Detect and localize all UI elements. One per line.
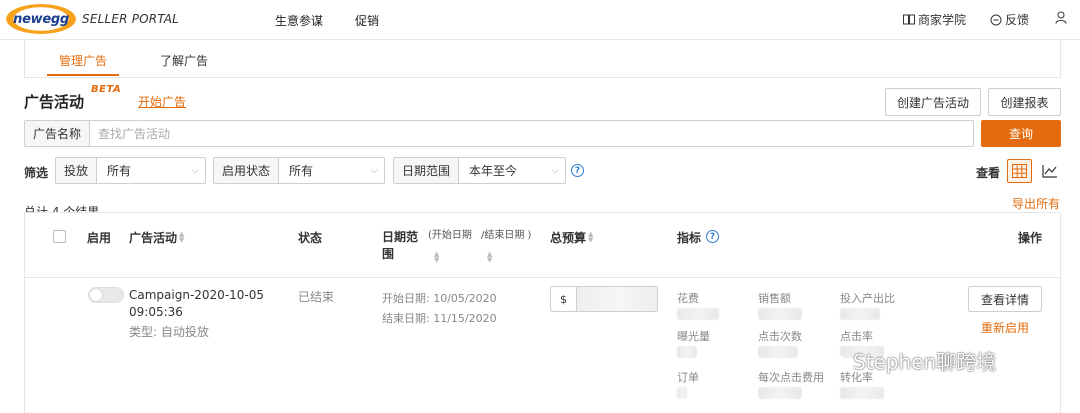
metrics-help-icon[interactable]: ? <box>706 230 719 243</box>
budget-field[interactable]: $ <box>550 286 658 312</box>
header-metrics: 指标 <box>677 231 702 245</box>
metric-ctr-label: 点击率 <box>840 330 873 343</box>
metric-cpc-value-redacted <box>758 387 802 399</box>
campaign-type: 类型: 自动投放 <box>129 325 209 339</box>
chevron-down-icon: ⌵ <box>551 165 559 176</box>
seller-academy-link[interactable]: 商家学院 <box>903 11 966 28</box>
campaign-end-date: 结束日期: 11/15/2020 <box>382 312 497 325</box>
top-navigation-bar: newegg SELLER PORTAL 生意参谋 促销 商家学院 反馈 <box>0 0 1080 40</box>
chevron-down-icon: ⌵ <box>191 165 199 176</box>
campaign-search-input[interactable] <box>90 121 973 146</box>
metric-orders-value-redacted <box>677 387 687 399</box>
budget-value-redacted <box>577 287 657 311</box>
metric-roas-label: 投入产出比 <box>840 292 895 305</box>
header-end-date[interactable]: /结束日期 ) <box>481 226 531 241</box>
campaign-table: 启用 广告活动 ▲ ▼ 状态 日期范围 (开始日期 /结束日期 ) ▲ ▼ ▲ ▼ 总… <box>24 212 1061 413</box>
metric-clicks-value-redacted <box>758 346 798 358</box>
metric-impressions-value-redacted <box>677 346 697 358</box>
date-range-filter-label: 日期范围 <box>394 158 460 183</box>
watermark-text: Stephen聊跨境 <box>853 350 997 374</box>
page-title: 广告活动 <box>24 93 85 111</box>
status-filter-value: 所有 <box>289 164 314 178</box>
view-label: 查看 <box>976 166 1001 180</box>
filter-title: 筛选 <box>24 166 49 180</box>
date-range-filter-value: 本年至今 <box>469 164 518 178</box>
newegg-logo[interactable]: newegg SELLER PORTAL <box>6 2 179 36</box>
header-status: 状态 <box>298 231 323 245</box>
newegg-logo-badge: newegg <box>6 4 76 34</box>
currency-symbol: $ <box>551 287 577 311</box>
watermark: Stephen聊跨境 <box>815 346 996 375</box>
campaign-enable-toggle[interactable] <box>88 287 124 303</box>
date-range-filter-select[interactable]: 日期范围 本年至今 ⌵ <box>393 157 566 184</box>
metric-sales-label: 销售额 <box>758 292 791 305</box>
table-view-toggle[interactable] <box>1007 159 1032 183</box>
chart-view-toggle[interactable] <box>1039 160 1061 182</box>
header-divider <box>25 277 1060 278</box>
header-start-date-label: 开始日期 <box>431 230 472 241</box>
start-advertising-link[interactable]: 开始广告 <box>138 93 186 110</box>
feedback-icon <box>990 14 1002 25</box>
metric-spend-value-redacted <box>677 308 719 320</box>
book-icon <box>903 14 915 25</box>
header-actions: 操作 <box>1018 231 1043 245</box>
placement-filter-select[interactable]: 投放 所有 ⌵ <box>55 157 206 184</box>
metric-clicks-label: 点击次数 <box>758 330 802 343</box>
toggle-knob <box>90 289 102 301</box>
grid-icon <box>1012 164 1027 178</box>
search-button[interactable]: 查询 <box>981 120 1061 147</box>
sort-icon[interactable]: ▲ ▼ <box>434 251 439 264</box>
feedback-link[interactable]: 反馈 <box>990 11 1029 28</box>
reactivate-link[interactable]: 重新启用 <box>981 319 1029 336</box>
portal-label: SELLER PORTAL <box>82 12 180 26</box>
metric-impressions-label: 曝光量 <box>677 330 710 343</box>
header-date-range: 日期范围 <box>382 230 419 261</box>
wechat-icon <box>816 347 848 373</box>
metric-orders-label: 订单 <box>677 371 699 384</box>
campaign-start-date: 开始日期: 10/05/2020 <box>382 292 497 305</box>
date-range-help-icon[interactable]: ? <box>571 164 584 177</box>
header-budget[interactable]: 总预算 <box>550 229 586 246</box>
status-filter-label: 启用状态 <box>214 158 280 183</box>
seller-academy-label: 商家学院 <box>918 13 967 27</box>
sort-icon[interactable]: ▲ ▼ <box>179 231 184 244</box>
campaign-name-time: 09:05:36 <box>129 305 183 319</box>
create-report-button[interactable]: 创建报表 <box>988 88 1061 116</box>
feedback-label: 反馈 <box>1005 13 1030 27</box>
placement-filter-label: 投放 <box>56 158 98 183</box>
header-end-date-label: 结束日期 <box>484 230 525 241</box>
header-start-date[interactable]: (开始日期 <box>428 226 472 241</box>
user-account-button[interactable] <box>1055 11 1067 24</box>
metric-spend-label: 花费 <box>677 292 699 305</box>
nav-business-insights[interactable]: 生意参谋 <box>275 12 323 29</box>
status-badge: 已结束 <box>298 290 335 304</box>
active-tab-indicator <box>47 74 119 76</box>
logo-word: newegg <box>13 11 69 27</box>
sort-icon[interactable]: ▲ ▼ <box>588 231 593 244</box>
metric-sales-value-redacted <box>758 308 802 320</box>
header-enabled: 启用 <box>87 231 112 245</box>
header-campaign[interactable]: 广告活动 <box>129 229 177 246</box>
placement-filter-value: 所有 <box>107 164 132 178</box>
sort-icon[interactable]: ▲ ▼ <box>487 251 492 264</box>
create-campaign-button[interactable]: 创建广告活动 <box>885 88 981 116</box>
status-filter-select[interactable]: 启用状态 所有 ⌵ <box>213 157 385 184</box>
chevron-down-icon: ⌵ <box>370 165 378 176</box>
export-all-link[interactable]: 导出所有 <box>1012 195 1060 212</box>
beta-badge: BETA <box>91 84 122 95</box>
view-details-button[interactable]: 查看详情 <box>968 286 1042 312</box>
select-all-checkbox[interactable] <box>53 230 66 243</box>
tab-manage-ads[interactable]: 管理广告 <box>59 52 107 69</box>
user-icon <box>1055 11 1067 24</box>
line-chart-icon <box>1042 165 1057 178</box>
nav-promotions[interactable]: 促销 <box>355 12 379 29</box>
campaign-name[interactable]: Campaign-2020-10-05 <box>129 288 264 302</box>
metric-roas-value-redacted <box>840 308 880 320</box>
search-label: 广告名称 <box>25 121 90 146</box>
tab-learn-ads[interactable]: 了解广告 <box>160 52 208 69</box>
metric-cvr-value-redacted <box>840 387 884 399</box>
campaign-search-group: 广告名称 <box>24 120 974 147</box>
ad-subtabs: 管理广告 了解广告 <box>24 40 1061 78</box>
